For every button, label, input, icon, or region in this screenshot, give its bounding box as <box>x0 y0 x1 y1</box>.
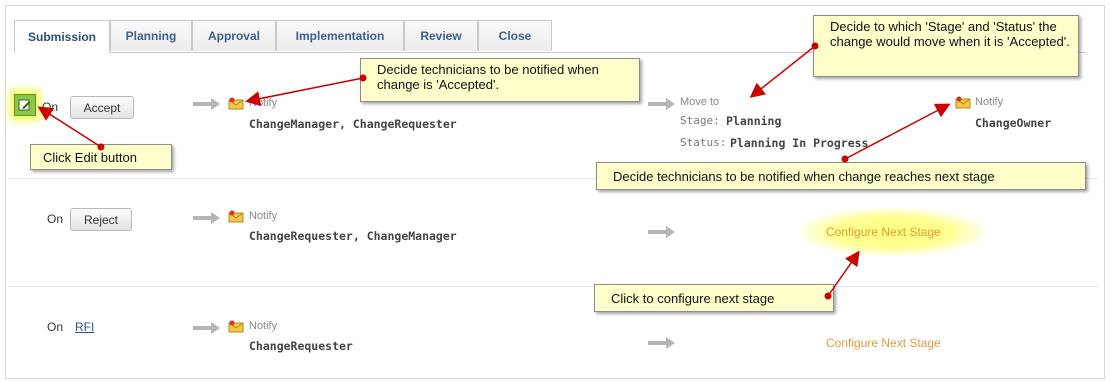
annotation-arrow <box>245 77 364 107</box>
annotation-dot <box>359 74 367 82</box>
annotation-dot <box>97 143 105 151</box>
annotation-arrow <box>827 250 860 297</box>
annotation-dot <box>841 155 849 163</box>
annotation-arrow <box>749 45 816 98</box>
annotation-arrow <box>844 103 951 160</box>
annotation-dot <box>811 42 819 50</box>
annotation-arrows <box>37 42 951 300</box>
annotation-arrow <box>37 106 102 148</box>
annotation-dot <box>824 292 832 300</box>
